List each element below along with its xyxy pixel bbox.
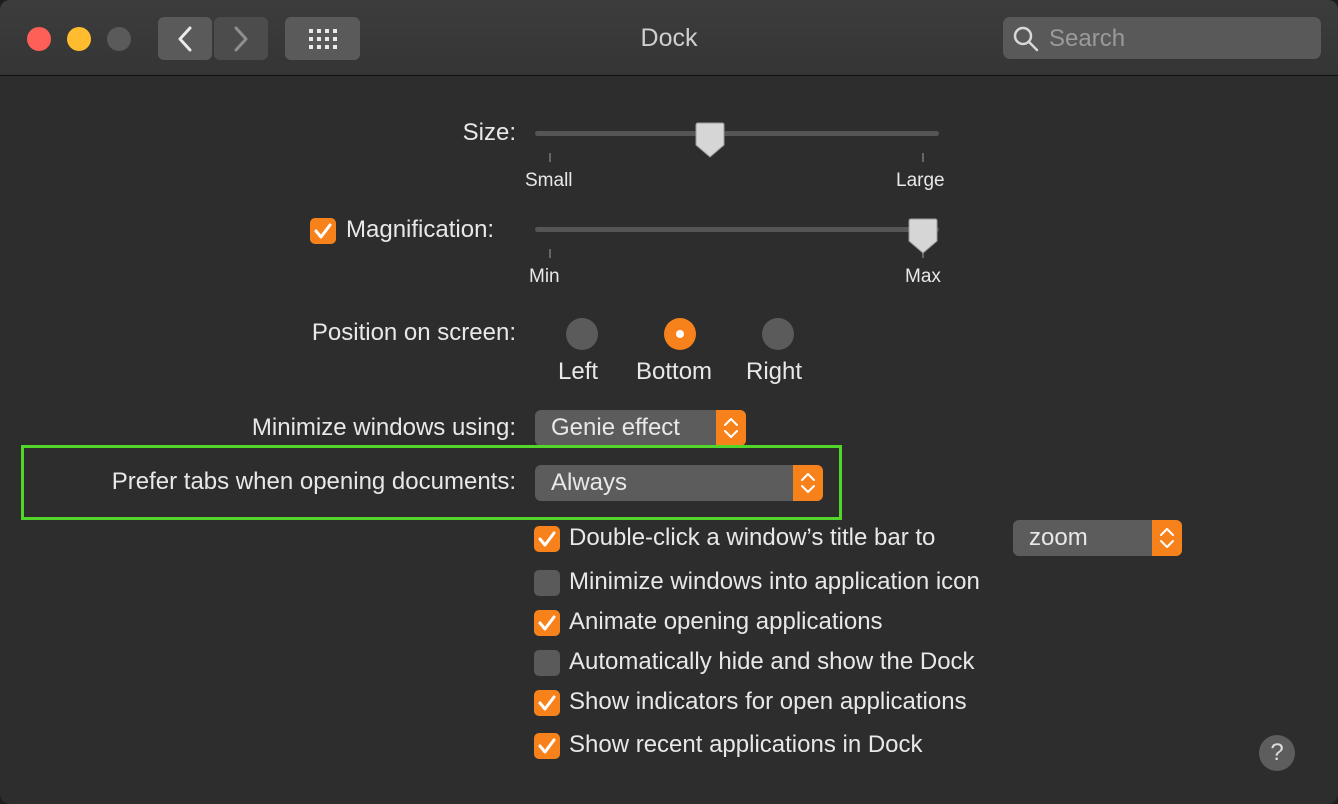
double-click-popup[interactable]: zoom — [1013, 520, 1182, 556]
title-bar: Dock Search — [0, 0, 1338, 76]
prefer-tabs-label: Prefer tabs when opening documents: — [111, 468, 516, 495]
show-recent-checkbox[interactable] — [534, 733, 560, 759]
position-left-radio[interactable] — [566, 318, 598, 350]
size-slider-track[interactable] — [535, 131, 939, 136]
animate-opening-checkbox[interactable] — [534, 610, 560, 636]
position-right-label: Right — [746, 358, 803, 385]
double-click-checkbox[interactable] — [534, 526, 560, 552]
magnification-slider-thumb[interactable] — [908, 218, 938, 254]
show-indicators-label: Show indicators for open applications — [569, 688, 967, 715]
position-bottom-radio[interactable] — [664, 318, 696, 350]
stepper-icon — [716, 410, 746, 446]
minimize-using-label: Minimize windows using: — [251, 414, 516, 441]
checkmark-icon — [538, 738, 556, 754]
size-tick-max — [922, 153, 924, 162]
stepper-icon — [1152, 520, 1182, 556]
help-button[interactable]: ? — [1259, 735, 1295, 771]
magnification-label: Magnification: — [346, 216, 495, 243]
position-bottom-label: Bottom — [636, 358, 713, 385]
magnification-slider-track[interactable] — [535, 227, 939, 232]
animate-opening-label: Animate opening applications — [569, 608, 883, 635]
minimize-effect-value: Genie effect — [551, 414, 680, 441]
minimize-into-icon-label: Minimize windows into application icon — [569, 568, 980, 595]
minimize-effect-popup[interactable]: Genie effect — [535, 410, 746, 446]
position-label: Position on screen: — [311, 319, 516, 346]
search-icon — [1013, 26, 1039, 52]
size-label: Size: — [462, 119, 516, 146]
double-click-label: Double-click a window’s title bar to — [569, 524, 936, 551]
dock-preferences-window: Dock Search Size: Small Large Magnificat… — [0, 0, 1338, 804]
search-field[interactable]: Search — [1003, 17, 1321, 59]
show-indicators-checkbox[interactable] — [534, 690, 560, 716]
size-min-label: Small — [525, 170, 573, 191]
prefer-tabs-popup[interactable]: Always — [535, 465, 823, 501]
autohide-dock-label: Automatically hide and show the Dock — [569, 648, 975, 675]
checkmark-icon — [538, 695, 556, 711]
magnification-min-label: Min — [529, 266, 560, 287]
position-left-label: Left — [558, 358, 599, 385]
magnification-checkbox[interactable] — [310, 218, 336, 244]
size-max-label: Large — [896, 170, 945, 191]
prefer-tabs-value: Always — [551, 469, 628, 496]
double-click-value: zoom — [1029, 524, 1088, 551]
autohide-dock-checkbox[interactable] — [534, 650, 560, 676]
size-slider-thumb[interactable] — [695, 122, 725, 158]
position-right-radio[interactable] — [762, 318, 794, 350]
checkmark-icon — [314, 223, 332, 239]
size-tick-min — [549, 153, 551, 162]
checkmark-icon — [538, 531, 556, 547]
magnification-max-label: Max — [905, 266, 941, 287]
stepper-icon — [793, 465, 823, 501]
search-placeholder: Search — [1049, 25, 1126, 52]
minimize-into-icon-checkbox[interactable] — [534, 570, 560, 596]
magnification-tick-min — [549, 249, 551, 258]
show-recent-label: Show recent applications in Dock — [569, 731, 923, 758]
checkmark-icon — [538, 615, 556, 631]
